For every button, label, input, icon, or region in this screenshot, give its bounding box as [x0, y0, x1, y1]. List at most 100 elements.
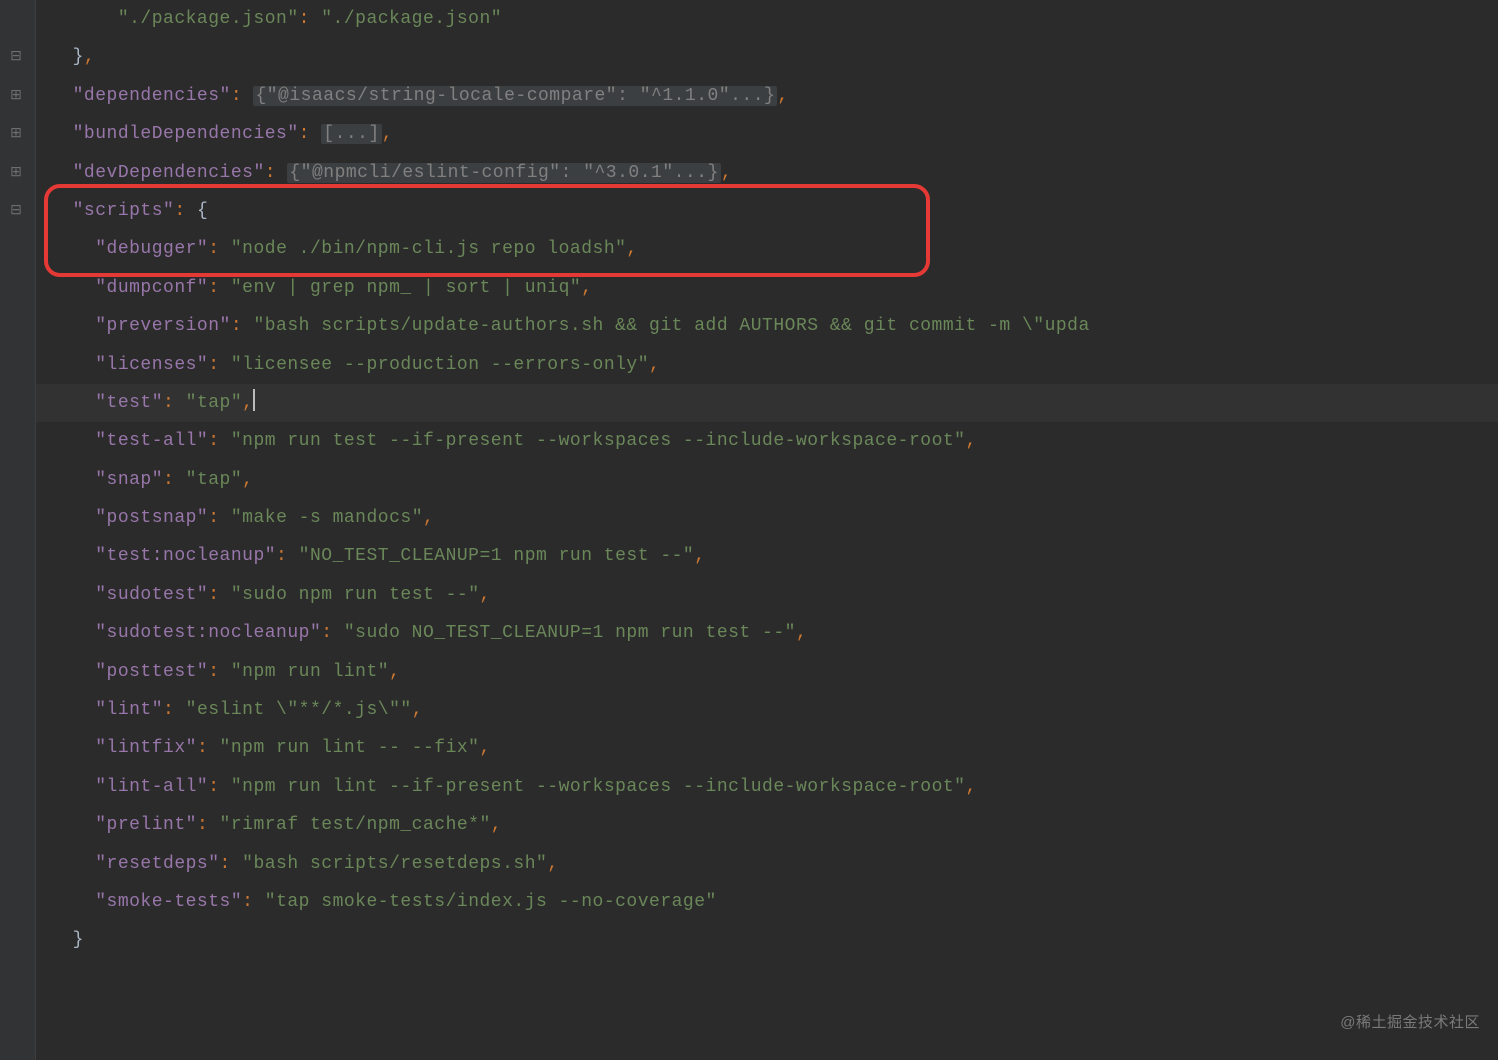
code-line[interactable]: "licenses": "licensee --production --err…	[50, 346, 1498, 384]
token-str: "npm run test --if-present --workspaces …	[231, 431, 966, 451]
code-line[interactable]: "test:nocleanup": "NO_TEST_CLEANUP=1 npm…	[50, 537, 1498, 575]
token-key: "sudotest"	[95, 585, 208, 605]
code-line[interactable]: "dumpconf": "env | grep npm_ | sort | un…	[50, 269, 1498, 307]
code-line[interactable]: "sudotest": "sudo npm run test --",	[50, 576, 1498, 614]
code-line[interactable]: "debugger": "node ./bin/npm-cli.js repo …	[50, 230, 1498, 268]
token-key: "resetdeps"	[95, 854, 219, 874]
token-punc: ,	[491, 815, 502, 835]
token-punc: :	[220, 854, 243, 874]
token-fold: {"@isaacs/string-locale-compare": "^1.1.…	[253, 86, 777, 106]
token-punc: :	[231, 86, 254, 106]
token-str: "eslint \"**/*.js\""	[186, 700, 412, 720]
code-line[interactable]: "posttest": "npm run lint",	[50, 653, 1498, 691]
code-area[interactable]: "./package.json": "./package.json" }, "d…	[36, 0, 1498, 960]
token-str: "licensee --production --errors-only"	[231, 355, 649, 375]
code-line[interactable]: "scripts": {	[50, 192, 1498, 230]
token-punc: :	[299, 9, 322, 29]
code-line[interactable]: "test-all": "npm run test --if-present -…	[50, 422, 1498, 460]
token-punc: ,	[547, 854, 558, 874]
token-punc: ,	[242, 393, 253, 413]
token-fold: {"@npmcli/eslint-config": "^3.0.1"...}	[287, 163, 720, 183]
code-line[interactable]: "snap": "tap",	[50, 461, 1498, 499]
token-str: "./package.json"	[321, 9, 502, 29]
token-punc: ,	[965, 431, 976, 451]
code-line[interactable]: "lint-all": "npm run lint --if-present -…	[50, 768, 1498, 806]
token-str: "./package.json"	[118, 9, 299, 29]
token-punc: :	[208, 278, 231, 298]
token-punc: ,	[412, 700, 423, 720]
token-punc: :	[208, 355, 231, 375]
token-key: "smoke-tests"	[95, 892, 242, 912]
code-line[interactable]: "lint": "eslint \"**/*.js\"",	[50, 691, 1498, 729]
token-punc: :	[163, 700, 186, 720]
token-str: "tap"	[186, 393, 243, 413]
watermark-text: @稀土掘金技术社区	[1340, 1004, 1480, 1042]
token-key: "prelint"	[95, 815, 197, 835]
token-str: "npm run lint"	[231, 662, 389, 682]
token-punc: ,	[796, 623, 807, 643]
token-punc: ,	[242, 470, 253, 490]
token-punc: :	[299, 124, 322, 144]
token-key: "sudotest:nocleanup"	[95, 623, 321, 643]
token-str: "npm run lint --if-present --workspaces …	[231, 777, 966, 797]
text-cursor	[253, 389, 255, 411]
token-key: "test-all"	[95, 431, 208, 451]
token-punc: :	[163, 470, 186, 490]
fold-expand-icon[interactable]: ⊞	[8, 126, 24, 142]
token-punc: ,	[389, 662, 400, 682]
token-str: "tap smoke-tests/index.js --no-coverage"	[265, 892, 717, 912]
token-punc: :	[265, 163, 288, 183]
code-line[interactable]: "./package.json": "./package.json"	[50, 0, 1498, 38]
code-line[interactable]: "prelint": "rimraf test/npm_cache*",	[50, 806, 1498, 844]
token-key: "preversion"	[95, 316, 231, 336]
fold-collapse-icon[interactable]: ⊟	[8, 203, 24, 219]
token-punc: ,	[649, 355, 660, 375]
code-line[interactable]: "devDependencies": {"@npmcli/eslint-conf…	[50, 154, 1498, 192]
token-str: "tap"	[186, 470, 243, 490]
token-punc: ,	[382, 124, 393, 144]
code-line[interactable]: "sudotest:nocleanup": "sudo NO_TEST_CLEA…	[50, 614, 1498, 652]
token-punc: :	[174, 201, 197, 221]
token-brace: {	[197, 201, 208, 221]
token-key: "licenses"	[95, 355, 208, 375]
token-str: "bash scripts/resetdeps.sh"	[242, 854, 547, 874]
code-line[interactable]: "postsnap": "make -s mandocs",	[50, 499, 1498, 537]
code-line[interactable]: "smoke-tests": "tap smoke-tests/index.js…	[50, 883, 1498, 921]
token-key: "posttest"	[95, 662, 208, 682]
token-punc: :	[208, 662, 231, 682]
code-line[interactable]: "test": "tap",	[50, 384, 1498, 422]
fold-collapse-icon[interactable]: ⊟	[8, 49, 24, 65]
code-line[interactable]: }	[50, 921, 1498, 959]
token-key: "dependencies"	[73, 86, 231, 106]
token-key: "bundleDependencies"	[73, 124, 299, 144]
token-punc: :	[276, 546, 299, 566]
token-punc: :	[231, 316, 254, 336]
code-line[interactable]: "dependencies": {"@isaacs/string-locale-…	[50, 77, 1498, 115]
token-punc: ,	[84, 47, 95, 67]
token-str: "env | grep npm_ | sort | uniq"	[231, 278, 581, 298]
fold-expand-icon[interactable]: ⊞	[8, 165, 24, 181]
code-line[interactable]: "preversion": "bash scripts/update-autho…	[50, 307, 1498, 345]
token-key: "postsnap"	[95, 508, 208, 528]
token-punc: ,	[777, 86, 788, 106]
token-key: "test:nocleanup"	[95, 546, 276, 566]
token-punc: :	[208, 777, 231, 797]
token-punc: :	[208, 431, 231, 451]
token-str: "node ./bin/npm-cli.js repo loadsh"	[231, 239, 627, 259]
token-punc: :	[321, 623, 344, 643]
token-key: "test"	[95, 393, 163, 413]
code-line[interactable]: "resetdeps": "bash scripts/resetdeps.sh"…	[50, 845, 1498, 883]
token-punc: ,	[694, 546, 705, 566]
token-punc: ,	[480, 738, 491, 758]
token-key: "lintfix"	[95, 738, 197, 758]
code-line[interactable]: "bundleDependencies": [...],	[50, 115, 1498, 153]
code-line[interactable]: "lintfix": "npm run lint -- --fix",	[50, 729, 1498, 767]
token-str: "make -s mandocs"	[231, 508, 423, 528]
token-punc: :	[197, 738, 220, 758]
token-punc: :	[208, 239, 231, 259]
fold-expand-icon[interactable]: ⊞	[8, 88, 24, 104]
token-key: "lint"	[95, 700, 163, 720]
editor-gutter: ⊟ ⊞ ⊞ ⊞ ⊟	[0, 0, 36, 1060]
token-key: "dumpconf"	[95, 278, 208, 298]
code-line[interactable]: },	[50, 38, 1498, 76]
